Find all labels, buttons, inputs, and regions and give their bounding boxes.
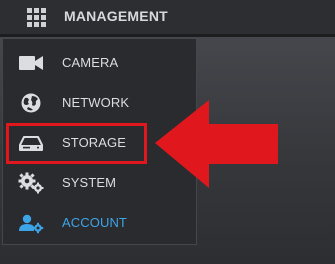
divider [0, 34, 335, 37]
menu-item-label: CAMERA [62, 55, 119, 70]
menu-item-camera[interactable]: CAMERA [3, 43, 196, 83]
menu-item-account[interactable]: ACCOUNT [3, 203, 196, 243]
grid-icon[interactable] [27, 8, 46, 27]
red-arrow-pointer [155, 100, 278, 188]
page-title: MANAGEMENT [64, 8, 168, 24]
camera-icon [17, 52, 45, 74]
user-gear-icon [17, 212, 45, 234]
menu-item-label: ACCOUNT [62, 215, 127, 230]
network-globe-icon [17, 92, 45, 114]
menu-item-label: SYSTEM [62, 175, 117, 190]
highlight-box [6, 123, 147, 164]
menu-item-label: NETWORK [62, 95, 130, 110]
top-bar: MANAGEMENT [0, 0, 335, 34]
gears-icon [17, 172, 45, 194]
